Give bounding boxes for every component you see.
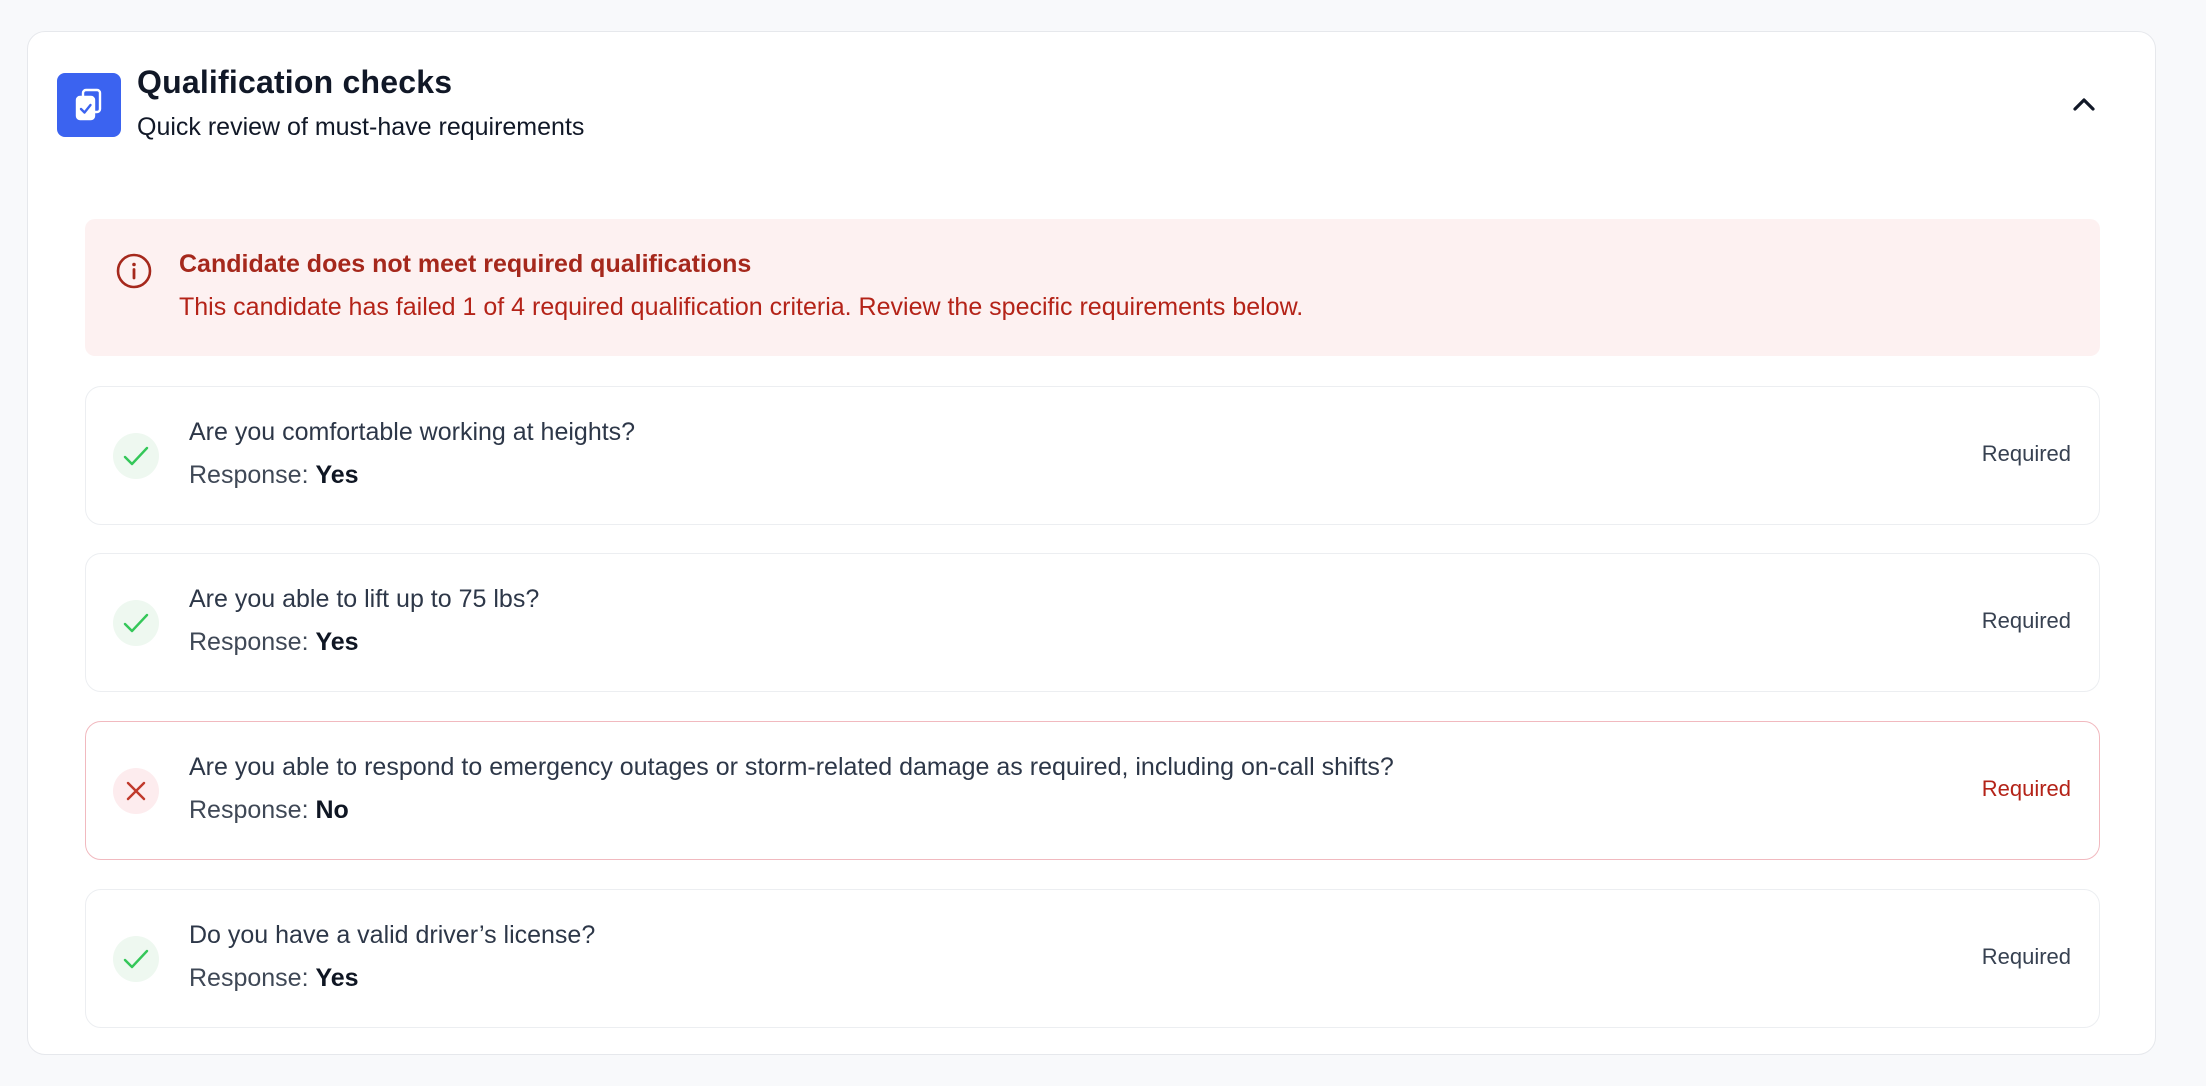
check-icon [113, 936, 159, 982]
response-value: Yes [315, 628, 359, 656]
required-badge: Required [1981, 441, 2071, 466]
response-label: Response: [189, 628, 309, 656]
qualification-item: Are you able to lift up to 75 lbs? Respo… [85, 553, 2100, 692]
qualification-checks-card: Qualification checks Quick review of mus… [27, 31, 2156, 1055]
question-text: Are you comfortable working at heights? [189, 418, 636, 446]
question-response: Response: Yes [189, 461, 359, 490]
qualification-item: Are you comfortable working at heights? … [85, 386, 2100, 525]
qualification-item-failed: Are you able to respond to emergency out… [85, 721, 2100, 860]
section-title: Qualification checks [137, 64, 453, 100]
clipboard-check-glyph [75, 88, 102, 121]
clipboard-check-icon [57, 73, 121, 137]
required-badge: Required [1981, 944, 2071, 969]
close-icon [113, 768, 159, 814]
required-badge: Required [1981, 776, 2071, 801]
collapse-toggle-button[interactable] [2060, 80, 2108, 128]
response-value: Yes [315, 461, 359, 489]
question-response: Response: Yes [189, 628, 359, 657]
check-icon [113, 600, 159, 646]
required-badge: Required [1981, 608, 2071, 633]
chevron-up-icon [2073, 98, 2095, 111]
qualification-item: Do you have a valid driver’s license? Re… [85, 889, 2100, 1028]
info-circle-icon [116, 253, 152, 289]
section-subtitle: Quick review of must-have requirements [137, 113, 585, 141]
question-text: Are you able to lift up to 75 lbs? [189, 585, 540, 613]
response-value: Yes [315, 964, 359, 992]
question-response: Response: Yes [189, 964, 359, 993]
check-icon [113, 433, 159, 479]
qualification-failure-alert: Candidate does not meet required qualifi… [85, 219, 2100, 356]
response-value: No [315, 796, 349, 824]
alert-title: Candidate does not meet required qualifi… [179, 250, 752, 278]
question-text: Are you able to respond to emergency out… [189, 753, 1394, 781]
question-response: Response: No [189, 796, 349, 825]
response-label: Response: [189, 796, 309, 824]
question-text: Do you have a valid driver’s license? [189, 921, 596, 949]
alert-message: This candidate has failed 1 of 4 require… [179, 293, 1304, 321]
response-label: Response: [189, 461, 309, 489]
response-label: Response: [189, 964, 309, 992]
